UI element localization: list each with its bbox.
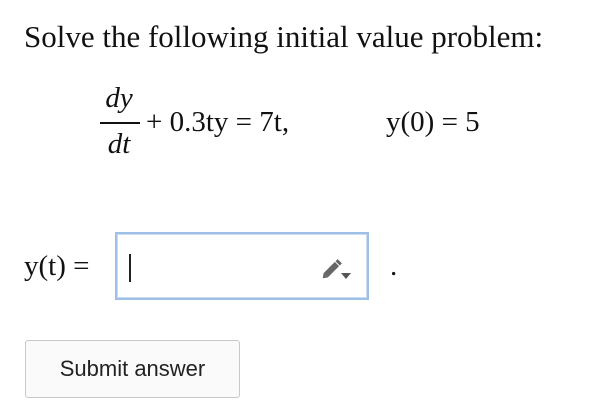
- problem-prompt: Solve the following initial value proble…: [24, 19, 544, 54]
- pencil-icon[interactable]: [319, 256, 353, 282]
- fraction-bar: [100, 122, 140, 124]
- fraction-numerator: dy: [105, 82, 133, 114]
- answer-row: y(t) = .: [24, 232, 584, 302]
- differential-equation: dy dt + 0.3ty = 7t, y(0) = 5: [96, 82, 536, 172]
- text-cursor: [129, 254, 131, 282]
- equation-rest: + 0.3ty = 7t,: [146, 106, 290, 138]
- answer-input[interactable]: [115, 232, 369, 300]
- trailing-period: .: [390, 250, 398, 282]
- answer-label: y(t) =: [24, 250, 90, 282]
- initial-condition: y(0) = 5: [386, 106, 480, 138]
- fraction-denominator: dt: [107, 128, 131, 160]
- submit-answer-button[interactable]: Submit answer: [25, 340, 240, 398]
